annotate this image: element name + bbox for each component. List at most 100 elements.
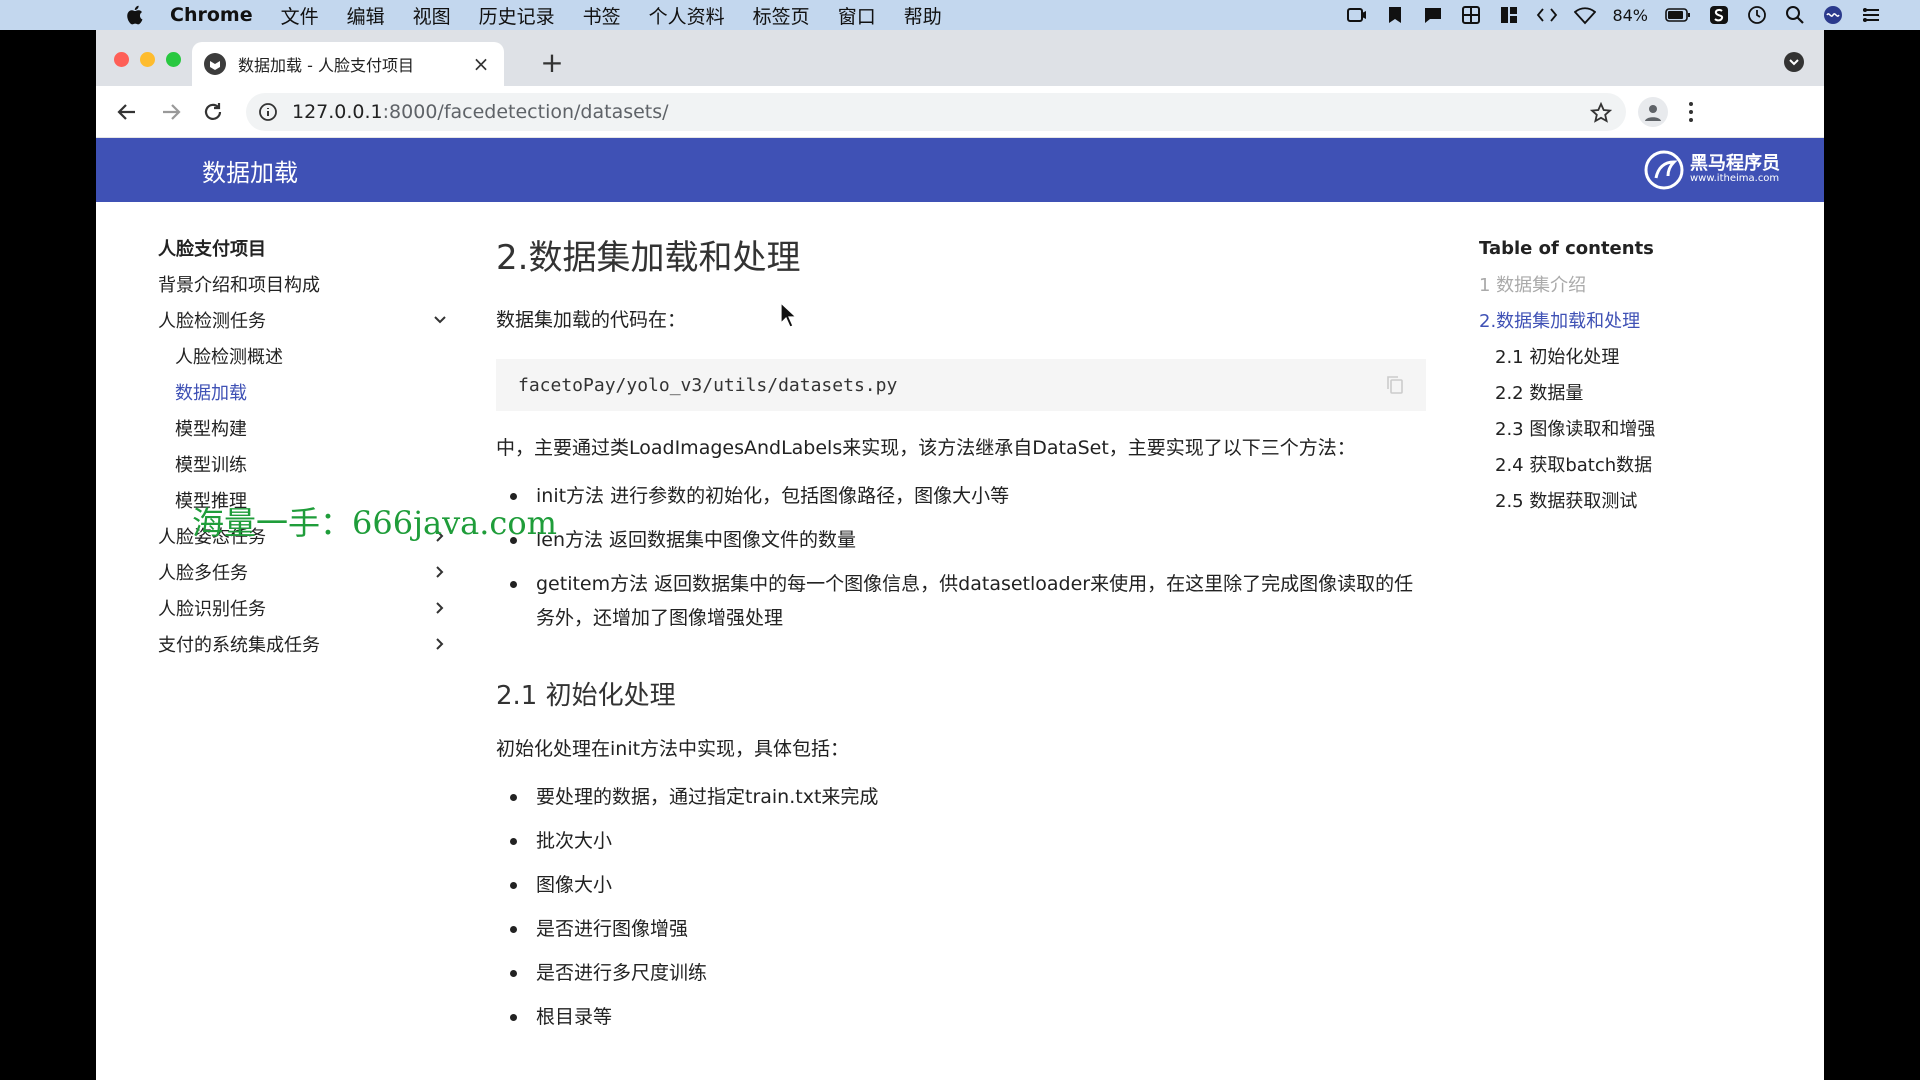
sidebar-item-background[interactable]: 背景介绍和项目构成 [158, 266, 450, 302]
sidebar-item-label: 支付的系统集成任务 [158, 635, 320, 656]
copy-icon[interactable] [1386, 375, 1404, 395]
spotlight-search-icon[interactable] [1784, 5, 1806, 25]
window-manager-icon[interactable] [1498, 5, 1520, 25]
sidebar-item-label: 人脸识别任务 [158, 599, 266, 620]
watermark-text: 海量一手：666java.com [192, 504, 557, 542]
page-title: 数据加载 [202, 159, 298, 187]
sidebar-item-data-loading[interactable]: 数据加载 [158, 374, 450, 410]
menu-profile[interactable]: 个人资料 [649, 2, 725, 29]
tab-search-button[interactable] [1784, 52, 1804, 72]
sidebar-item-label: 模型训练 [175, 455, 247, 476]
forward-button[interactable] [158, 99, 184, 125]
menu-bar-tray: 84% [1346, 0, 1882, 30]
init-params-list: 要处理的数据，通过指定train.txt来完成 批次大小 图像大小 是否进行图像… [496, 780, 1426, 1034]
description-text: 中，主要通过类LoadImagesAndLabels来实现，该方法继承自Data… [496, 437, 1356, 459]
toc-item-data-count[interactable]: 2.2 数据量 [1479, 374, 1779, 410]
sidebar-item-label: 人脸多任务 [158, 563, 248, 584]
sidebar-item-face-recognition[interactable]: 人脸识别任务 [158, 590, 450, 626]
url-path: :8000/facedetection/datasets/ [382, 101, 669, 123]
tab-close-icon[interactable]: × [470, 53, 492, 75]
menu-help[interactable]: 帮助 [904, 2, 942, 29]
code-path: facetoPay/yolo_v3/utils/datasets.py [518, 374, 898, 396]
menu-edit[interactable]: 编辑 [347, 2, 385, 29]
sidebar-item-face-detection[interactable]: 人脸检测任务 [158, 302, 450, 338]
article-heading: 2.数据集加载和处理 [496, 238, 801, 278]
menu-view[interactable]: 视图 [413, 2, 451, 29]
sidebar-item-model-build[interactable]: 模型构建 [158, 410, 450, 446]
site-header: 数据加载 黑马程序员 www.itheima.com [96, 138, 1824, 202]
list-item: 批次大小 [496, 824, 1426, 858]
sidebar-item-payment-integration[interactable]: 支付的系统集成任务 [158, 626, 450, 662]
back-button[interactable] [114, 99, 140, 125]
content-area: 人脸支付项目 背景介绍和项目构成 人脸检测任务 人脸检测概述 数据加载 模型构建… [96, 202, 1824, 1080]
control-center-icon[interactable] [1860, 5, 1882, 25]
reload-button[interactable] [200, 99, 226, 125]
menu-window[interactable]: 窗口 [838, 2, 876, 29]
kebab-menu-icon[interactable] [1686, 100, 1696, 124]
person-icon [1645, 105, 1661, 121]
list-item: init方法 进行参数的初始化，包括图像路径，图像大小等 [496, 479, 1426, 513]
grid-app-icon[interactable] [1460, 5, 1482, 25]
clock-icon[interactable] [1746, 5, 1768, 25]
methods-list: init方法 进行参数的初始化，包括图像路径，图像大小等 len方法 返回数据集… [496, 479, 1426, 635]
list-item: 根目录等 [496, 1000, 1426, 1034]
window-minimize-button[interactable] [140, 52, 155, 67]
toc-item-init[interactable]: 2.1 初始化处理 [1479, 338, 1779, 374]
address-bar[interactable]: 127.0.0.1:8000/facedetection/datasets/ [246, 93, 1626, 131]
toc-item-data-test[interactable]: 2.5 数据获取测试 [1479, 482, 1779, 518]
battery-icon[interactable] [1664, 5, 1692, 25]
info-icon[interactable] [258, 102, 278, 122]
chevron-down-icon [1789, 59, 1799, 66]
battery-percent: 84% [1612, 5, 1648, 25]
menu-bookmarks[interactable]: 书签 [583, 2, 621, 29]
bookmark-star-icon[interactable] [1590, 102, 1612, 124]
sidebar-item-label: 背景介绍和项目构成 [158, 275, 320, 296]
profile-avatar-button[interactable] [1638, 97, 1668, 127]
window-zoom-button[interactable] [166, 52, 181, 67]
chevron-right-icon[interactable] [430, 634, 450, 654]
bookmark-app-icon[interactable] [1384, 5, 1406, 25]
window-close-button[interactable] [114, 52, 129, 67]
wifi-icon[interactable] [1574, 5, 1597, 25]
code-block[interactable]: facetoPay/yolo_v3/utils/datasets.py [496, 359, 1426, 411]
sidebar-item-face-multitask[interactable]: 人脸多任务 [158, 554, 450, 590]
macos-menu-bar: Chrome 文件 编辑 视图 历史记录 书签 个人资料 标签页 窗口 帮助 8… [0, 0, 1920, 30]
sidebar-project-title[interactable]: 人脸支付项目 [158, 230, 450, 266]
chevron-right-icon[interactable] [430, 598, 450, 618]
brand-logo-cn: 黑马程序员 [1690, 153, 1780, 174]
code-brackets-icon[interactable] [1536, 5, 1558, 25]
table-of-contents: Table of contents 1 数据集介绍 2.数据集加载和处理 2.1… [1479, 230, 1779, 518]
url-host: 127.0.0.1 [292, 101, 383, 123]
tab-strip: 数据加载 - 人脸支付项目 × + [96, 30, 1824, 86]
reload-icon [204, 103, 222, 120]
new-tab-button[interactable]: + [538, 49, 566, 78]
sidebar-item-label: 模型构建 [175, 419, 247, 440]
toc-item-batch[interactable]: 2.4 获取batch数据 [1479, 446, 1779, 482]
toc-item-dataset-loading[interactable]: 2.数据集加载和处理 [1479, 302, 1779, 338]
horse-logo-icon [1644, 150, 1684, 190]
sidebar-item-label: 人脸检测概述 [175, 347, 283, 368]
sidebar-item-detection-overview[interactable]: 人脸检测概述 [158, 338, 450, 374]
tab-active[interactable]: 数据加载 - 人脸支付项目 × [192, 42, 504, 86]
toc-item-dataset-intro[interactable]: 1 数据集介绍 [1479, 266, 1779, 302]
sidebar-item-model-train[interactable]: 模型训练 [158, 446, 450, 482]
menu-tab[interactable]: 标签页 [753, 2, 810, 29]
mouse-cursor-icon [780, 302, 796, 328]
menu-file[interactable]: 文件 [281, 2, 319, 29]
notification-icon[interactable] [1422, 5, 1444, 25]
apple-icon[interactable] [124, 4, 144, 26]
toc-heading: Table of contents [1479, 237, 1654, 259]
s-app-icon[interactable] [1708, 5, 1730, 25]
article: 2.数据集加载和处理 数据集加载的代码在： facetoPay/yolo_v3/… [496, 230, 1426, 1044]
section-heading-init: 2.1 初始化处理 [496, 681, 676, 711]
menu-app-chrome[interactable]: Chrome [170, 4, 253, 26]
chevron-right-icon[interactable] [430, 562, 450, 582]
brand-logo[interactable]: 黑马程序员 www.itheima.com [1644, 150, 1780, 190]
toc-item-image-read[interactable]: 2.3 图像读取和增强 [1479, 410, 1779, 446]
list-item: 是否进行图像增强 [496, 912, 1426, 946]
chevron-down-icon[interactable] [430, 310, 450, 330]
brand-logo-en: www.itheima.com [1690, 173, 1780, 184]
menu-history[interactable]: 历史记录 [479, 2, 555, 29]
screen-record-icon[interactable] [1346, 5, 1368, 25]
siri-icon[interactable] [1822, 5, 1844, 25]
